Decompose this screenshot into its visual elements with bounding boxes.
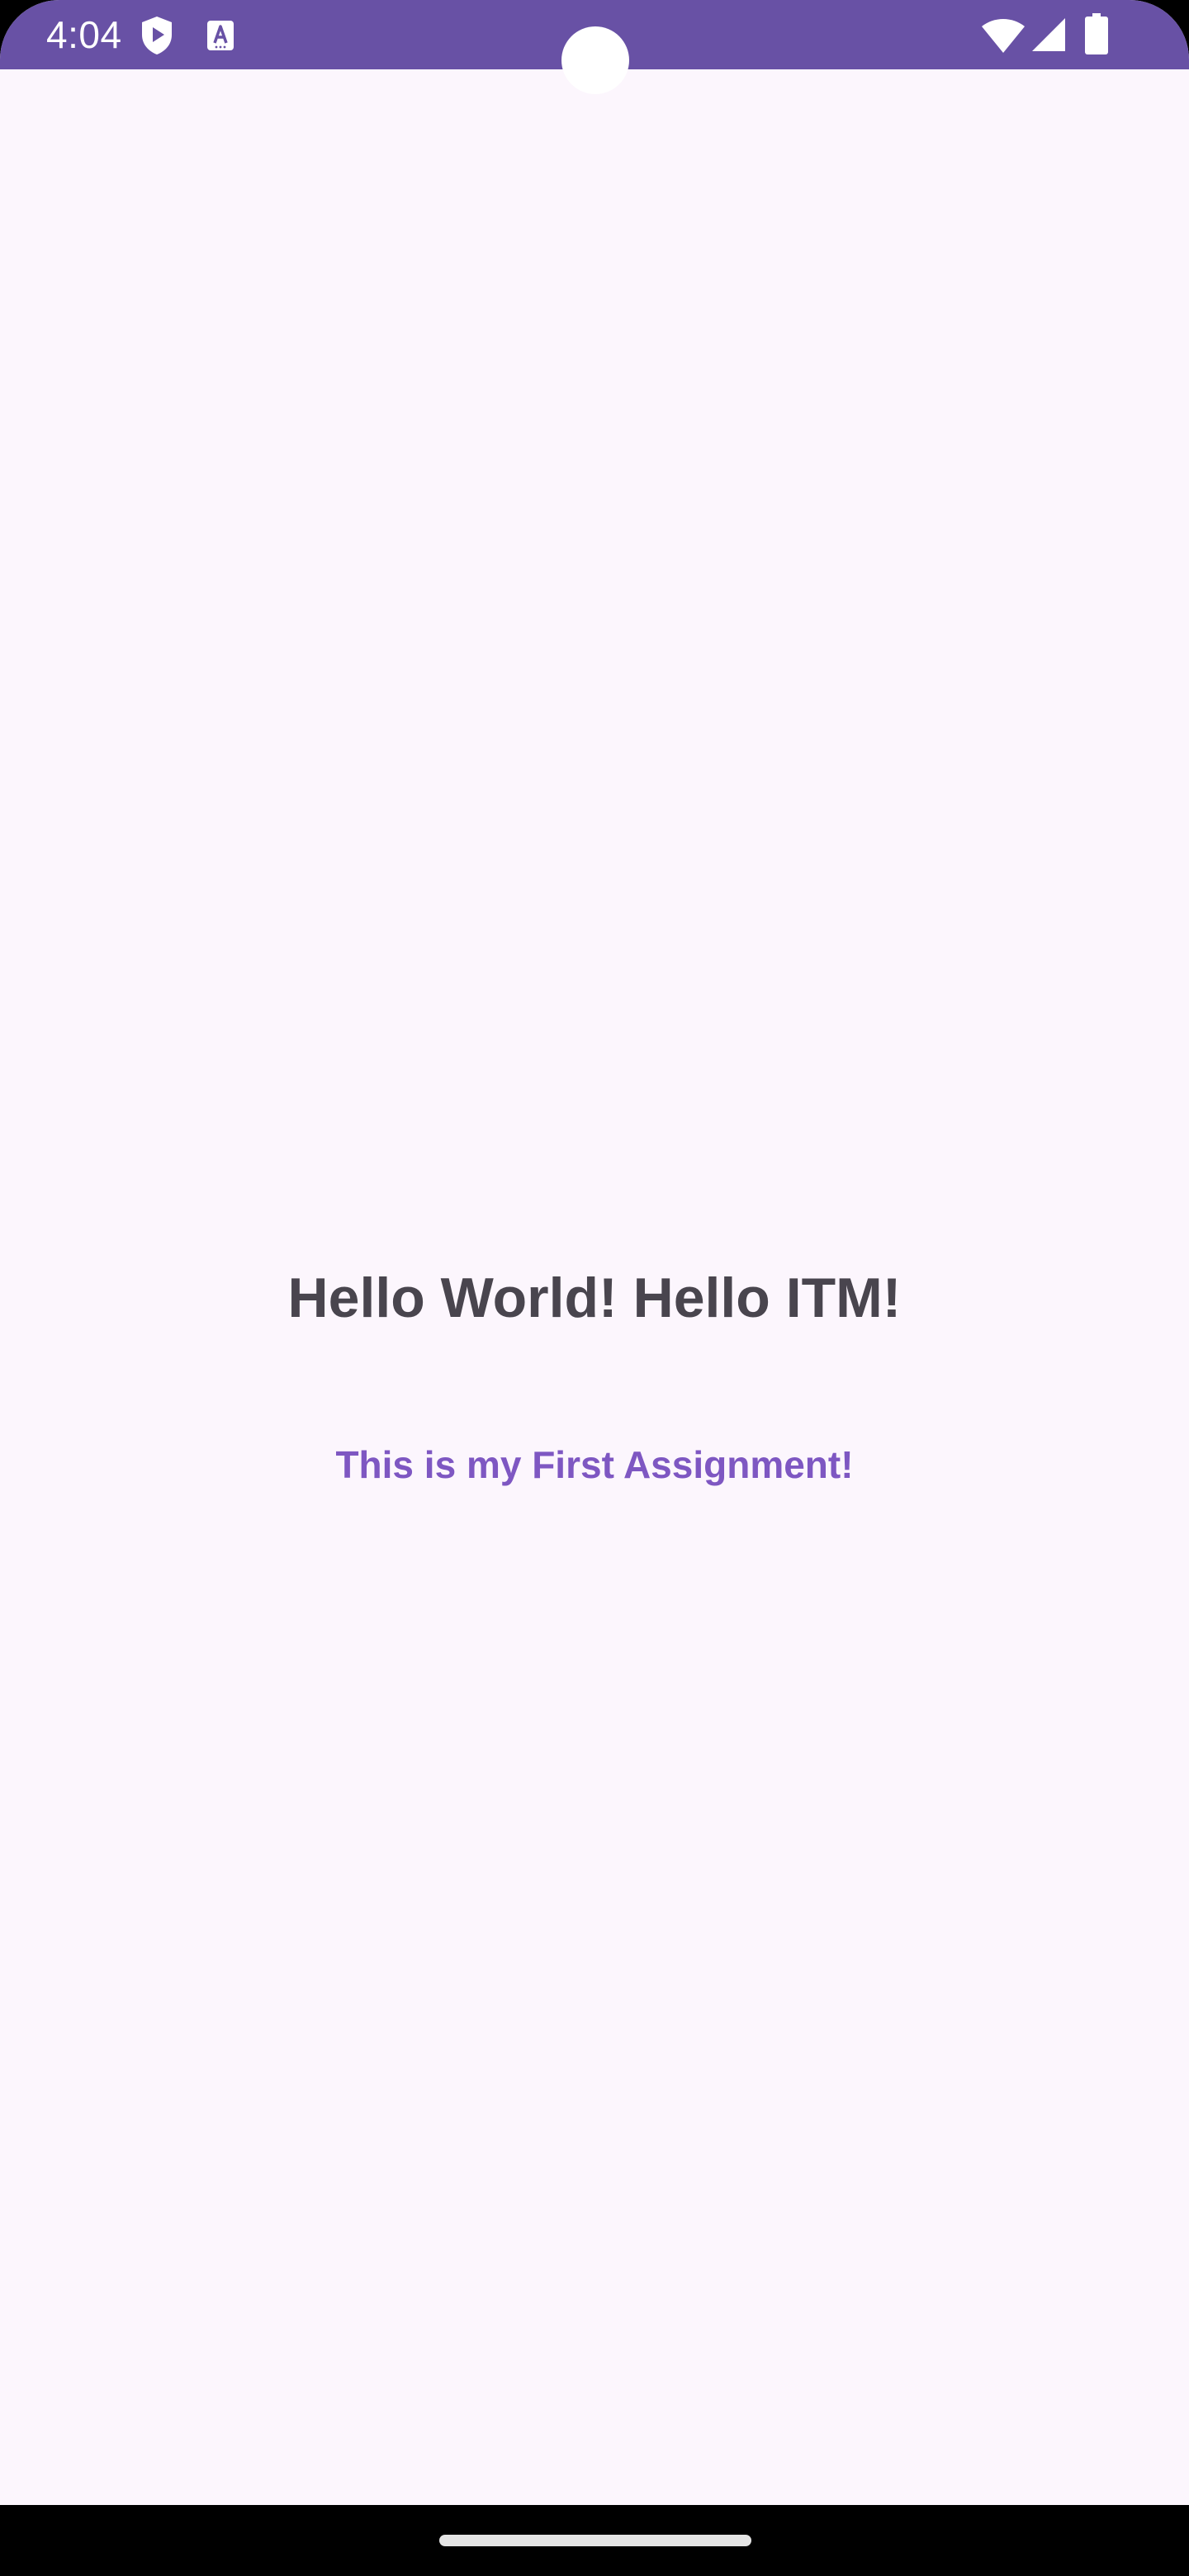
cellular-signal-icon xyxy=(1032,18,1065,51)
phone-screen: 4:04 Hello World! Hello ITM! This is my … xyxy=(0,0,1189,2576)
gesture-nav-handle[interactable] xyxy=(439,2535,751,2546)
status-time: 4:04 xyxy=(46,13,122,56)
main-content: Hello World! Hello ITM! This is my First… xyxy=(0,69,1189,2505)
wifi-icon xyxy=(982,19,1025,53)
navigation-bar xyxy=(0,2505,1189,2576)
app-window: 4:04 Hello World! Hello ITM! This is my … xyxy=(0,0,1189,2505)
accessibility-a-icon xyxy=(207,21,234,50)
battery-icon xyxy=(1085,13,1108,54)
headline-text: Hello World! Hello ITM! xyxy=(287,1267,902,1329)
play-protect-shield-icon xyxy=(142,17,172,54)
subtitle-text: This is my First Assignment! xyxy=(335,1443,854,1486)
